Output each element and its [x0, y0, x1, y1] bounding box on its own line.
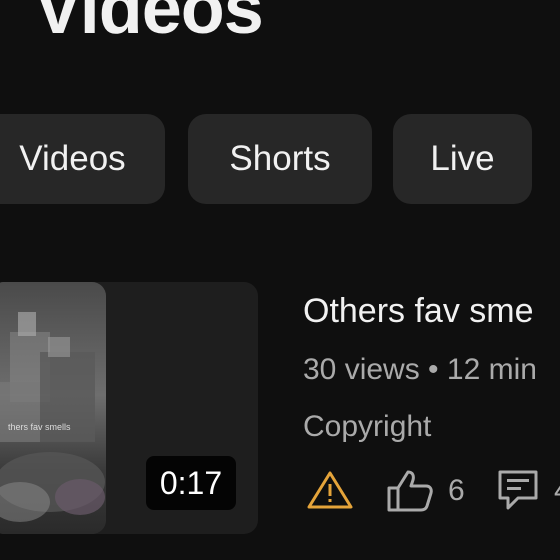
video-meta: 30 views • 12 min — [303, 353, 537, 386]
duration-badge: 0:17 — [146, 456, 236, 510]
perfume-bottles-image — [0, 282, 106, 534]
page-title: Videos — [34, 0, 264, 49]
thumbnail-image: thers fav smells — [0, 282, 106, 534]
video-license: Copyright — [303, 410, 432, 443]
video-stats: 6 4 — [306, 466, 560, 516]
tab-live[interactable]: Live — [393, 114, 532, 204]
channel-videos-page: Videos Videos Shorts Live thers fav smel… — [0, 0, 560, 560]
like-count: 6 — [448, 474, 465, 507]
video-thumbnail[interactable]: thers fav smells 0:17 — [0, 282, 258, 534]
warning-icon[interactable] — [306, 470, 354, 515]
tab-videos[interactable]: Videos — [0, 114, 165, 204]
comment-icon[interactable] — [496, 468, 540, 517]
thumbnail-caption: thers fav smells — [8, 422, 71, 432]
thumbs-up-icon[interactable] — [386, 468, 434, 517]
tab-shorts[interactable]: Shorts — [188, 114, 372, 204]
comment-count: 4 — [554, 474, 560, 508]
video-title[interactable]: Others fav sme — [303, 292, 534, 331]
